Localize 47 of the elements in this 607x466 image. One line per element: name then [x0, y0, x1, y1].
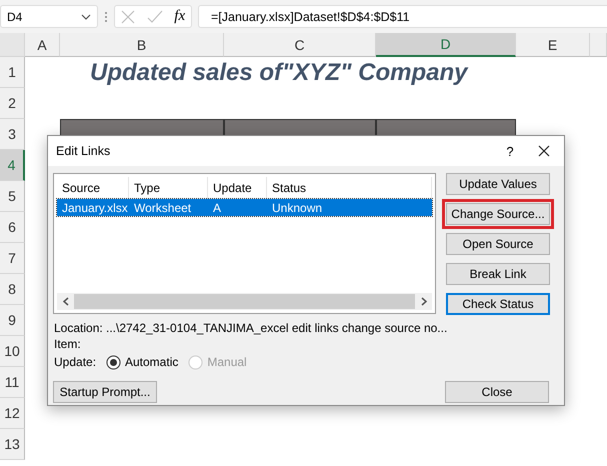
row-header[interactable]: 11 — [0, 367, 25, 398]
radio-option[interactable]: Automatic — [106, 354, 178, 370]
links-list[interactable]: Source Type Update Status January.xlsx Worksheet A Unknown — [53, 173, 436, 314]
insert-function-button[interactable]: fx — [174, 8, 186, 25]
row-header[interactable]: 13 — [0, 429, 25, 460]
dialog-button[interactable]: Open Source — [446, 233, 550, 255]
dialog-button[interactable]: Change Source... — [446, 203, 550, 225]
row-header[interactable]: 9 — [0, 305, 25, 336]
check-icon[interactable] — [146, 10, 163, 24]
row-header[interactable]: 5 — [0, 181, 25, 212]
dialog-button[interactable]: Check Status — [446, 293, 550, 315]
row-header[interactable]: 8 — [0, 274, 25, 305]
scroll-right-icon[interactable] — [420, 297, 426, 306]
row-header[interactable]: 10 — [0, 336, 25, 367]
column-header[interactable]: E — [516, 33, 590, 57]
link-row[interactable]: January.xlsx Worksheet A Unknown — [57, 199, 432, 216]
grip-icon — [104, 10, 108, 22]
row-header[interactable]: 4 — [0, 150, 25, 181]
column-header[interactable] — [590, 33, 607, 57]
row-header[interactable]: 2 — [0, 88, 25, 119]
row-header[interactable]: 12 — [0, 398, 25, 429]
dialog-title: Edit Links — [56, 144, 112, 158]
column-header[interactable]: C — [224, 33, 376, 57]
sheet-title: Updated sales of"XYZ" Company — [89, 58, 470, 88]
row-header[interactable]: 6 — [0, 212, 25, 243]
item-label: Item: — [54, 337, 82, 351]
formula-field[interactable]: =[January.xlsx]Dataset!$D$4:$D$11 — [198, 5, 607, 28]
row-header[interactable]: 1 — [0, 57, 25, 88]
startup-prompt-button[interactable]: Startup Prompt... — [53, 381, 157, 403]
row-header[interactable]: 3 — [0, 119, 25, 150]
help-button[interactable]: ? — [490, 144, 530, 158]
scroll-left-icon[interactable] — [62, 297, 68, 306]
cancel-icon[interactable] — [120, 10, 135, 24]
dialog-button[interactable]: Break Link — [446, 263, 550, 285]
location-path: ...\2742_31-0104_TANJIMA_excel edit links change source no... — [106, 321, 448, 335]
row-header[interactable]: 7 — [0, 243, 25, 274]
scrollbar-thumb[interactable] — [74, 294, 415, 309]
chevron-icon — [81, 14, 91, 20]
name-box[interactable]: D4 — [0, 5, 98, 28]
location-label: Location: — [54, 321, 104, 335]
select-all-corner[interactable] — [0, 33, 25, 57]
column-header[interactable]: B — [60, 33, 224, 57]
column-header[interactable]: D — [376, 33, 516, 57]
column-header[interactable]: A — [25, 33, 60, 57]
update-label: Update: — [54, 355, 98, 369]
dialog-button[interactable]: Update Values — [446, 173, 550, 195]
close-button[interactable]: Close — [445, 381, 549, 403]
